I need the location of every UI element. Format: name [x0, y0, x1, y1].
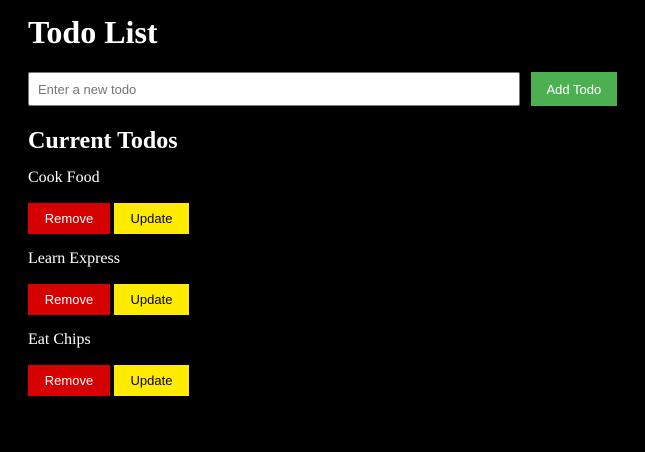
todo-actions: Remove Update — [28, 365, 617, 396]
todo-item: Cook Food Remove Update — [28, 168, 617, 249]
todo-actions: Remove Update — [28, 284, 617, 315]
todo-item: Learn Express Remove Update — [28, 249, 617, 330]
todo-list: Cook Food Remove Update Learn Express Re… — [28, 168, 617, 411]
section-heading: Current Todos — [28, 128, 178, 154]
todo-text: Eat Chips — [28, 331, 91, 348]
todo-app: Todo List Add Todo Current Todos Cook Fo… — [0, 0, 645, 452]
update-button[interactable]: Update — [114, 365, 189, 396]
todo-text: Cook Food — [28, 169, 100, 186]
add-todo-button[interactable]: Add Todo — [530, 72, 617, 106]
update-button[interactable]: Update — [114, 203, 189, 234]
todo-text: Learn Express — [28, 250, 120, 267]
todo-input[interactable] — [28, 72, 520, 106]
remove-button[interactable]: Remove — [28, 284, 110, 315]
remove-button[interactable]: Remove — [28, 365, 110, 396]
todo-item: Eat Chips Remove Update — [28, 330, 617, 411]
add-todo-form: Add Todo — [28, 72, 617, 106]
page-title: Todo List — [28, 14, 158, 50]
todo-actions: Remove Update — [28, 203, 617, 234]
update-button[interactable]: Update — [114, 284, 189, 315]
remove-button[interactable]: Remove — [28, 203, 110, 234]
